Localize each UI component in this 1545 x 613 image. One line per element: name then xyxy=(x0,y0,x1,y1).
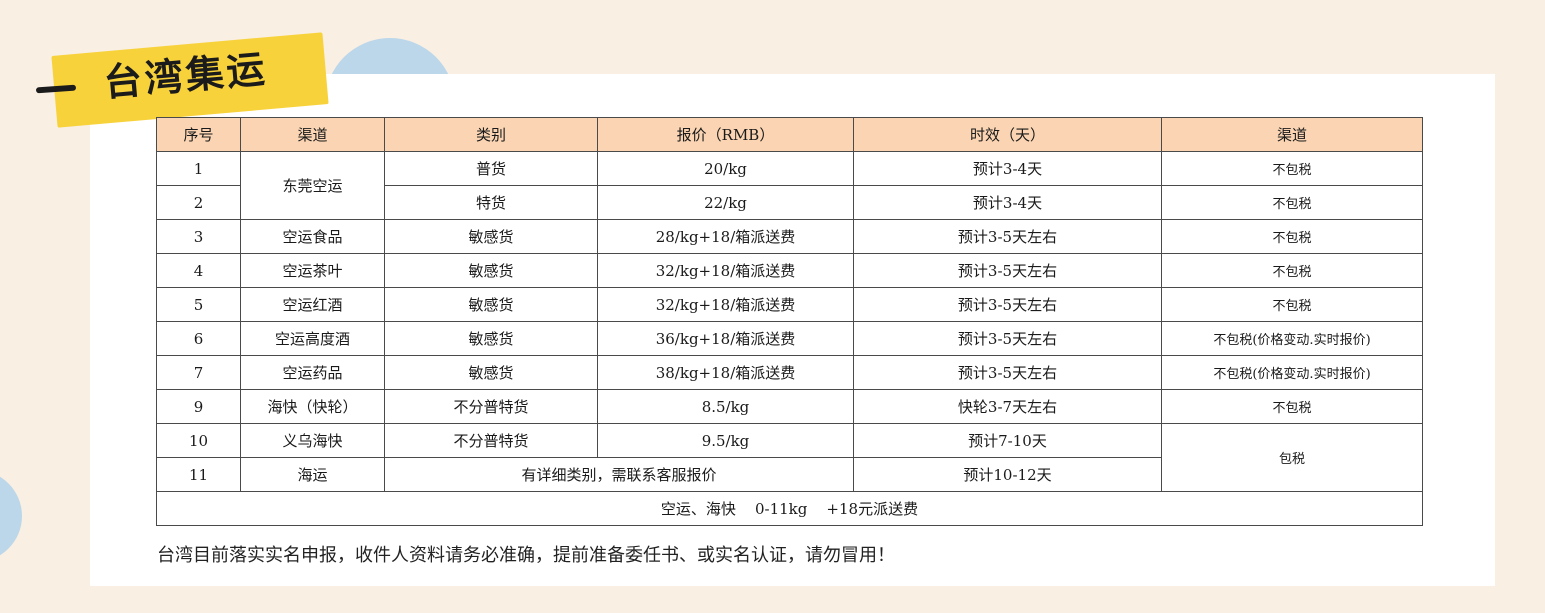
cell-time: 快轮3-7天左右 xyxy=(853,389,1162,424)
header-category: 类别 xyxy=(384,117,598,152)
cell-no: 5 xyxy=(156,287,241,322)
cell-time: 预计10-12天 xyxy=(853,457,1162,492)
cell-no: 1 xyxy=(156,151,241,186)
cell-category: 特货 xyxy=(384,185,598,220)
table-summary-row: 空运、海快 0-11kg +18元派送费 xyxy=(156,491,1423,526)
header-price: 报价（RMB） xyxy=(597,117,854,152)
cell-price: 9.5/kg xyxy=(597,423,854,458)
cell-category: 敏感货 xyxy=(384,287,598,322)
cell-time: 预计3-5天左右 xyxy=(853,287,1162,322)
cell-category: 敏感货 xyxy=(384,321,598,356)
cell-time: 预计3-4天 xyxy=(853,151,1162,186)
cell-time: 预计3-4天 xyxy=(853,185,1162,220)
table-row: 6 空运高度酒 敏感货 36/kg+18/箱派送费 预计3-5天左右 不包税(价… xyxy=(156,321,1423,356)
cell-note: 不包税 xyxy=(1161,287,1423,322)
cell-category: 敏感货 xyxy=(384,355,598,390)
cell-no: 6 xyxy=(156,321,241,356)
cell-price: 32/kg+18/箱派送费 xyxy=(597,253,854,288)
cell-price: 38/kg+18/箱派送费 xyxy=(597,355,854,390)
cell-price: 36/kg+18/箱派送费 xyxy=(597,321,854,356)
table-row: 10 义乌海快 不分普特货 9.5/kg 预计7-10天 包税 xyxy=(156,423,1423,492)
cell-price: 22/kg xyxy=(597,185,854,220)
cell-no: 11 xyxy=(156,457,241,492)
header-time: 时效（天） xyxy=(853,117,1162,152)
cell-no: 9 xyxy=(156,389,241,424)
cell-channel: 空运茶叶 xyxy=(240,253,385,288)
cell-price: 8.5/kg xyxy=(597,389,854,424)
cell-time: 预计3-5天左右 xyxy=(853,219,1162,254)
cell-note: 包税 xyxy=(1161,423,1423,492)
cell-channel: 海运 xyxy=(240,457,385,492)
cell-channel: 空运食品 xyxy=(240,219,385,254)
header-channel: 渠道 xyxy=(240,117,385,152)
cell-no: 3 xyxy=(156,219,241,254)
cell-no: 4 xyxy=(156,253,241,288)
cell-price: 28/kg+18/箱派送费 xyxy=(597,219,854,254)
table-row: 1 东莞空运 普货 20/kg 预计3-4天 不包税 xyxy=(156,151,1423,220)
cell-time: 预计3-5天左右 xyxy=(853,253,1162,288)
table-row: 5 空运红酒 敏感货 32/kg+18/箱派送费 预计3-5天左右 不包税 xyxy=(156,287,1423,322)
cell-channel: 海快（快轮） xyxy=(240,389,385,424)
cell-price: 20/kg xyxy=(597,151,854,186)
cell-category-price: 有详细类别，需联系客服报价 xyxy=(384,457,854,492)
cell-note: 不包税 xyxy=(1161,219,1423,254)
table-header-row: 序号 渠道 类别 报价（RMB） 时效（天） 渠道 xyxy=(156,117,1423,152)
cell-time: 预计3-5天左右 xyxy=(853,355,1162,390)
cell-channel: 义乌海快 xyxy=(240,423,385,458)
cell-channel: 空运高度酒 xyxy=(240,321,385,356)
cell-no: 10 xyxy=(156,423,241,458)
cell-time: 预计7-10天 xyxy=(853,423,1162,458)
header-note: 渠道 xyxy=(1161,117,1423,152)
header-no: 序号 xyxy=(156,117,241,152)
cell-time: 预计3-5天左右 xyxy=(853,321,1162,356)
cell-category: 敏感货 xyxy=(384,219,598,254)
table-row: 9 海快（快轮） 不分普特货 8.5/kg 快轮3-7天左右 不包税 xyxy=(156,389,1423,424)
table-row: 4 空运茶叶 敏感货 32/kg+18/箱派送费 预计3-5天左右 不包税 xyxy=(156,253,1423,288)
decorative-circle-left xyxy=(0,470,22,562)
table-row: 7 空运药品 敏感货 38/kg+18/箱派送费 预计3-5天左右 不包税(价格… xyxy=(156,355,1423,390)
cell-note: 不包税 xyxy=(1161,185,1423,220)
cell-channel: 空运红酒 xyxy=(240,287,385,322)
cell-price: 32/kg+18/箱派送费 xyxy=(597,287,854,322)
cell-channel: 东莞空运 xyxy=(240,151,385,220)
cell-category: 不分普特货 xyxy=(384,389,598,424)
cell-category: 普货 xyxy=(384,151,598,186)
cell-channel: 空运药品 xyxy=(240,355,385,390)
cell-note: 不包税(价格变动.实时报价) xyxy=(1161,355,1423,390)
table-row: 3 空运食品 敏感货 28/kg+18/箱派送费 预计3-5天左右 不包税 xyxy=(156,219,1423,254)
footer-note: 台湾目前落实实名申报，收件人资料请务必准确，提前准备委任书、或实名认证，请勿冒用… xyxy=(157,545,895,566)
cell-no: 2 xyxy=(156,185,241,220)
cell-category: 敏感货 xyxy=(384,253,598,288)
cell-note: 不包税(价格变动.实时报价) xyxy=(1161,321,1423,356)
summary-cell: 空运、海快 0-11kg +18元派送费 xyxy=(156,491,1423,526)
cell-note: 不包税 xyxy=(1161,389,1423,424)
cell-note: 不包税 xyxy=(1161,151,1423,186)
cell-no: 7 xyxy=(156,355,241,390)
cell-note: 不包税 xyxy=(1161,253,1423,288)
cell-category: 不分普特货 xyxy=(384,423,598,458)
price-table: 序号 渠道 类别 报价（RMB） 时效（天） 渠道 1 东莞空运 普货 20/k… xyxy=(156,117,1423,526)
